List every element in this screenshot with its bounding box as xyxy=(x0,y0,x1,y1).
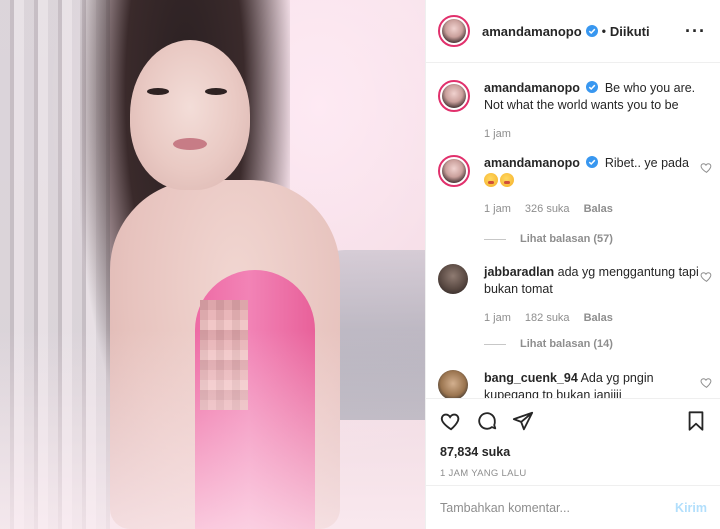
photo-glow xyxy=(0,329,425,529)
comment-composer: Kirim xyxy=(426,485,720,529)
reply-button[interactable]: Balas xyxy=(584,310,613,327)
avatar-image xyxy=(442,84,466,108)
post-header: amandamanopo • Diikuti ··· xyxy=(426,0,720,63)
photo-eye-left xyxy=(147,88,169,95)
reply-button[interactable]: Balas xyxy=(584,201,613,218)
send-comment-button[interactable]: Kirim xyxy=(675,501,707,515)
post-actions: 87,834 suka 1 JAM YANG LALU xyxy=(426,398,720,479)
comment-body: jabbaradlan ada yg menggantung tapi buka… xyxy=(484,264,700,327)
caption-body: amandamanopo Be who you are. Not what th… xyxy=(484,80,713,143)
comment-row: amandamanopo Ribet.. ye pada 1 jam 326 s… xyxy=(438,155,713,218)
avatar-image xyxy=(442,159,466,183)
paper-plane-icon[interactable] xyxy=(512,410,534,432)
add-comment-input[interactable] xyxy=(440,500,676,515)
photo-face xyxy=(130,40,250,190)
emoji-face-icon xyxy=(500,173,514,187)
comment-meta: 1 jam 326 suka Balas xyxy=(484,201,700,218)
view-replies-label: Lihat balasan (57) xyxy=(520,233,613,245)
comments-list[interactable]: amandamanopo Be who you are. Not what th… xyxy=(426,64,720,398)
view-replies-button[interactable]: Lihat balasan (14) xyxy=(484,338,613,350)
likes-count[interactable]: 87,834 suka xyxy=(440,445,707,459)
comment-heart-icon[interactable] xyxy=(700,161,713,174)
instagram-post-view: amandamanopo • Diikuti ··· amandamanopo xyxy=(0,0,720,529)
comment-row: bang_cuenk_94 Ada yg pngin kupegang tp b… xyxy=(438,370,713,398)
comment-text: Ribet.. ye pada xyxy=(604,156,689,170)
replies-divider-line xyxy=(484,343,506,345)
comment-body: amandamanopo Ribet.. ye pada 1 jam 326 s… xyxy=(484,155,700,218)
more-horizontal-icon[interactable]: ··· xyxy=(685,22,706,40)
separator-dot: • xyxy=(601,24,606,38)
avatar-image xyxy=(442,19,466,43)
follow-status-button[interactable]: Diikuti xyxy=(610,24,650,39)
post-timestamp[interactable]: 1 JAM YANG LALU xyxy=(440,468,707,479)
view-replies-label: Lihat balasan (14) xyxy=(520,338,613,350)
caption-row: amandamanopo Be who you are. Not what th… xyxy=(438,80,713,143)
action-icons-row xyxy=(440,409,707,433)
comment-row: jabbaradlan ada yg menggantung tapi buka… xyxy=(438,264,713,327)
post-side-panel: amandamanopo • Diikuti ··· amandamanopo xyxy=(425,0,720,529)
avatar-image xyxy=(438,264,468,294)
verified-badge-icon xyxy=(585,25,598,37)
comment-likes[interactable]: 182 suka xyxy=(525,310,570,327)
heart-icon[interactable] xyxy=(440,410,462,432)
photo-lips xyxy=(173,138,207,150)
author-username[interactable]: amandamanopo xyxy=(482,24,582,39)
replies-divider-line xyxy=(484,238,506,240)
caption-time[interactable]: 1 jam xyxy=(484,126,511,143)
comment-meta: 1 jam 182 suka Balas xyxy=(484,310,700,327)
view-replies-button[interactable]: Lihat balasan (57) xyxy=(484,233,613,245)
comment-time[interactable]: 1 jam xyxy=(484,310,511,327)
comment-username[interactable]: bang_cuenk_94 xyxy=(484,371,578,385)
comment-heart-icon[interactable] xyxy=(700,270,713,283)
verified-badge-icon xyxy=(586,81,599,93)
comment-likes[interactable]: 326 suka xyxy=(525,201,570,218)
caption-meta: 1 jam xyxy=(484,126,713,143)
comment-username[interactable]: amandamanopo xyxy=(484,156,580,170)
bookmark-icon[interactable] xyxy=(685,410,707,432)
post-photo[interactable] xyxy=(0,0,425,529)
caption-username[interactable]: amandamanopo xyxy=(484,81,580,95)
avatar-image xyxy=(438,370,468,398)
photo-eye-right xyxy=(205,88,227,95)
comment-body: bang_cuenk_94 Ada yg pngin kupegang tp b… xyxy=(484,370,700,398)
comment-avatar[interactable] xyxy=(438,264,468,294)
comment-avatar[interactable] xyxy=(438,370,468,398)
comment-heart-icon[interactable] xyxy=(700,376,713,389)
caption-avatar[interactable] xyxy=(438,80,470,112)
comment-username[interactable]: jabbaradlan xyxy=(484,265,554,279)
author-avatar[interactable] xyxy=(438,15,470,47)
comment-avatar[interactable] xyxy=(438,155,470,187)
comment-bubble-icon[interactable] xyxy=(476,410,498,432)
verified-badge-icon xyxy=(586,156,599,168)
comment-time[interactable]: 1 jam xyxy=(484,201,511,218)
emoji-face-icon xyxy=(484,173,498,187)
